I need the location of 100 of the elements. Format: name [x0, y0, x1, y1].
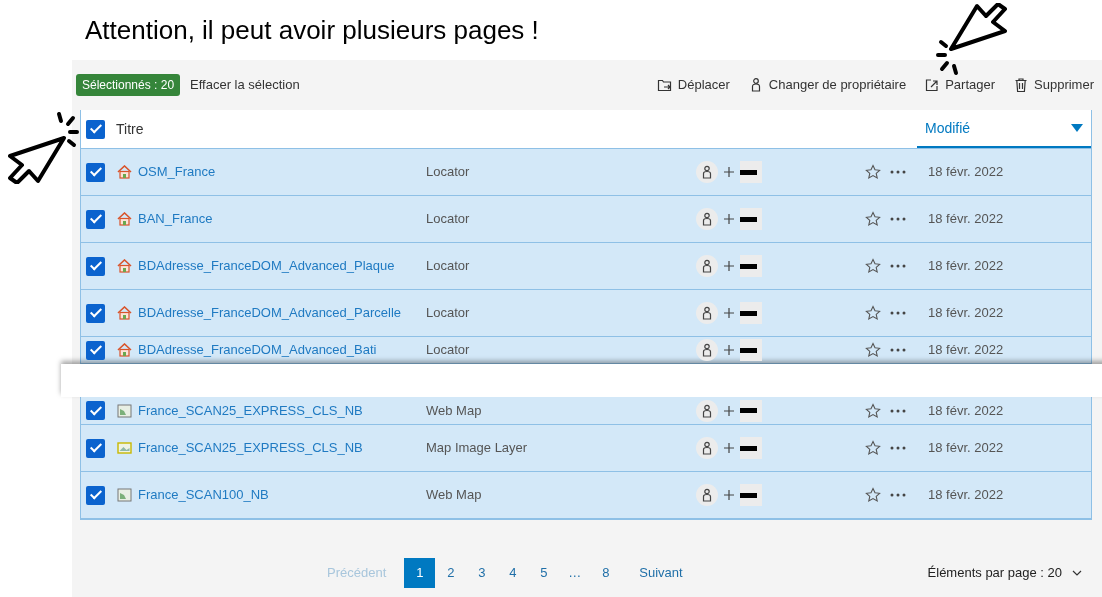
owner-avatar [696, 339, 718, 361]
plus-icon [724, 443, 734, 453]
plus-icon [724, 214, 734, 224]
thumbnail-placeholder [740, 484, 762, 506]
modified-date: 18 févr. 2022 [927, 486, 1005, 505]
toolbar-action-button[interactable]: Partager [924, 75, 996, 95]
modified-date: 18 févr. 2022 [927, 439, 1005, 458]
modified-date: 18 févr. 2022 [927, 257, 1005, 276]
toolbar-action-button[interactable]: Changer de propriétaire [747, 75, 907, 95]
table-row[interactable]: France_SCAN25_EXPRESS_CLS_NB Map Image Layer 18 févr. 2022 [81, 425, 1091, 472]
more-options-icon[interactable] [890, 264, 906, 268]
star-icon[interactable] [865, 440, 881, 456]
page-number-link[interactable]: 4 [497, 558, 529, 588]
star-icon[interactable] [865, 487, 881, 503]
page-number-link[interactable]: 1 [404, 558, 436, 588]
owner-avatar [696, 208, 718, 230]
map-icon [117, 403, 132, 418]
star-icon[interactable] [865, 211, 881, 227]
owner-avatar [696, 437, 718, 459]
checkbox[interactable] [86, 119, 105, 139]
more-options-icon[interactable] [890, 348, 906, 352]
checkbox[interactable] [86, 340, 105, 360]
table-row[interactable]: France_SCAN25_EXPRESS_CLS_NB Web Map 18 févr. 2022 [81, 397, 1091, 425]
checkbox[interactable] [86, 256, 105, 276]
house-icon [117, 343, 132, 357]
table-row[interactable]: OSM_France Locator 18 févr. 2022 [81, 149, 1091, 196]
plus-icon [724, 345, 734, 355]
more-options-icon[interactable] [890, 311, 906, 315]
page-number-link[interactable]: 5 [528, 558, 560, 588]
map-layer-icon [117, 441, 132, 455]
owner-avatar [696, 302, 718, 324]
next-page-link[interactable]: Suivant [639, 563, 683, 583]
checkbox[interactable] [86, 162, 105, 182]
thumbnail-placeholder [740, 437, 762, 459]
plus-icon [724, 167, 734, 177]
item-title-link[interactable]: France_SCAN100_NB [138, 485, 269, 505]
plus-icon [724, 405, 734, 416]
table-row[interactable]: France_SCAN100_NB Web Map 18 févr. 2022 [81, 472, 1091, 519]
more-options-icon[interactable] [890, 446, 906, 450]
more-options-icon[interactable] [890, 493, 906, 497]
thumbnail-placeholder [740, 161, 762, 183]
owner-avatar [696, 255, 718, 277]
house-icon [117, 259, 132, 273]
house-icon [117, 306, 132, 320]
item-title-link[interactable]: BDAdresse_FranceDOM_Advanced_Bati [138, 340, 377, 360]
star-icon[interactable] [865, 342, 881, 358]
page-number-link[interactable]: 2 [435, 558, 467, 588]
star-icon[interactable] [865, 402, 881, 419]
table-row[interactable]: BDAdresse_FranceDOM_Advanced_Plaque Locator 18 févr. 2022 [81, 243, 1091, 290]
page-number-link[interactable]: 8 [590, 558, 622, 588]
chevron-down-icon [1072, 570, 1082, 576]
owner-avatar [696, 484, 718, 506]
modified-date: 18 févr. 2022 [927, 210, 1005, 229]
thumbnail-placeholder [740, 339, 762, 361]
items-per-page-dropdown[interactable]: Éléments par page : 20 [927, 563, 1082, 583]
page-number-link[interactable]: … [559, 558, 591, 588]
selection-count-badge: Sélectionnés : 20 [76, 74, 181, 96]
clear-selection-link[interactable]: Effacer la sélection [190, 75, 300, 95]
item-title-link[interactable]: France_SCAN25_EXPRESS_CLS_NB [138, 400, 363, 421]
house-icon [117, 212, 132, 226]
checkbox[interactable] [86, 303, 105, 323]
table-row[interactable]: BDAdresse_FranceDOM_Advanced_Parcelle Locator 18 févr. 2022 [81, 290, 1091, 337]
item-type: Locator [426, 257, 471, 276]
item-type: Map Image Layer [426, 439, 529, 458]
plus-icon [724, 261, 734, 271]
plus-icon [724, 308, 734, 318]
more-options-icon[interactable] [890, 170, 906, 174]
item-title-link[interactable]: BDAdresse_FranceDOM_Advanced_Parcelle [138, 303, 401, 323]
column-header[interactable]: Titre [116, 110, 144, 148]
modified-date: 18 févr. 2022 [927, 401, 1005, 420]
item-type: Locator [426, 341, 471, 360]
thumbnail-placeholder [740, 399, 762, 422]
house-icon [117, 165, 132, 179]
table-row[interactable]: BDAdresse_FranceDOM_Advanced_Bati Locator 18 févr. 2022 [81, 337, 1091, 364]
checkbox[interactable] [86, 485, 105, 505]
map-icon [117, 488, 132, 502]
plus-icon [724, 490, 734, 500]
toolbar-action-button[interactable]: Supprimer [1013, 75, 1094, 95]
star-icon[interactable] [865, 258, 881, 274]
item-title-link[interactable]: France_SCAN25_EXPRESS_CLS_NB [138, 438, 363, 458]
more-options-icon[interactable] [890, 217, 906, 221]
table-row[interactable]: BAN_France Locator 18 févr. 2022 [81, 196, 1091, 243]
checkbox[interactable] [86, 438, 105, 458]
thumbnail-placeholder [740, 208, 762, 230]
modified-date: 18 févr. 2022 [927, 163, 1005, 182]
toolbar-action-button[interactable]: Déplacer [656, 75, 730, 95]
star-icon[interactable] [865, 305, 881, 321]
star-icon[interactable] [865, 164, 881, 180]
item-title-link[interactable]: BAN_France [138, 209, 213, 229]
page-number-link[interactable]: 3 [466, 558, 498, 588]
checkbox[interactable] [86, 401, 105, 420]
item-type: Locator [426, 210, 471, 229]
checkbox[interactable] [86, 209, 105, 229]
item-title-link[interactable]: BDAdresse_FranceDOM_Advanced_Plaque [138, 256, 395, 276]
item-type: Locator [426, 163, 471, 182]
owner-avatar [696, 161, 718, 183]
item-type: Locator [426, 304, 471, 323]
owner-avatar [696, 399, 718, 422]
item-title-link[interactable]: OSM_France [138, 162, 216, 182]
more-options-icon[interactable] [890, 408, 906, 413]
